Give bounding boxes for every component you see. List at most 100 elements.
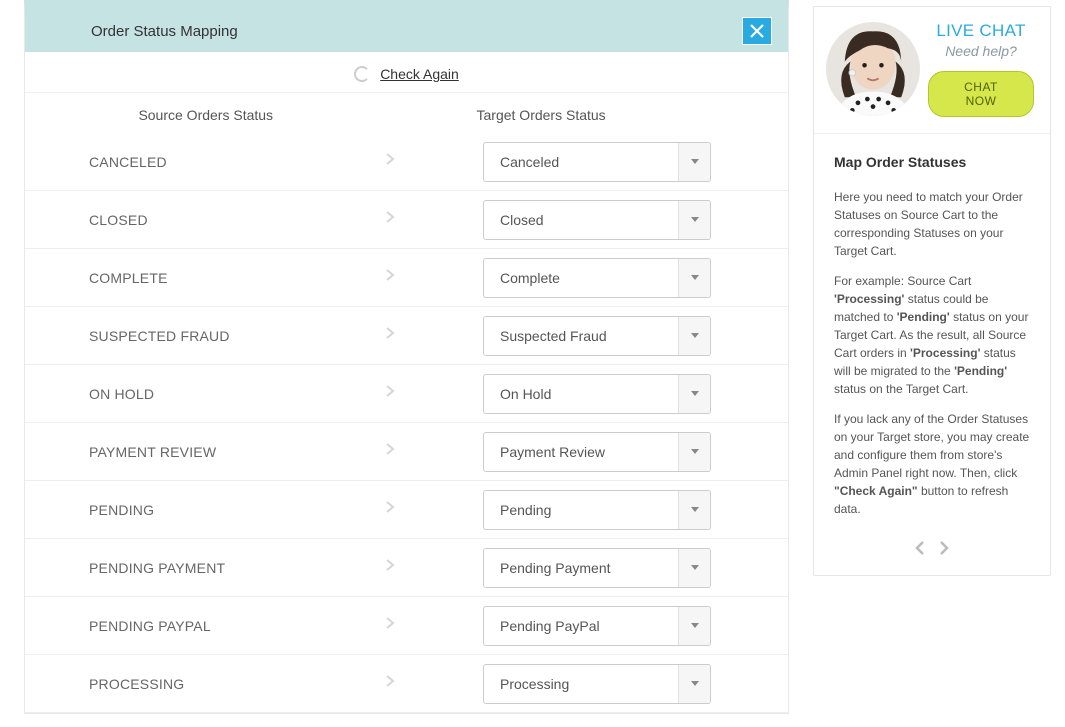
caret-down-icon: [678, 375, 710, 413]
panel-title: Order Status Mapping: [91, 23, 238, 40]
close-button[interactable]: [742, 17, 772, 45]
target-status-value: Payment Review: [500, 444, 605, 460]
target-status-cell: Suspected Fraud: [419, 316, 788, 356]
mapping-row: PENDING PAYMENT Pending Payment: [25, 539, 788, 597]
order-status-mapping-panel: Order Status Mapping Check Again Source …: [24, 0, 789, 714]
help-text-bold: "Check Again": [834, 484, 918, 498]
help-paragraph-1: Here you need to match your Order Status…: [834, 188, 1030, 260]
mapping-row: PAYMENT REVIEW Payment Review: [25, 423, 788, 481]
help-paragraph-3: If you lack any of the Order Statuses on…: [834, 410, 1030, 518]
sidebar-card: LIVE CHAT Need help? CHAT NOW Map Order …: [813, 6, 1051, 576]
caret-down-icon: [678, 201, 710, 239]
target-status-value: Pending: [500, 502, 551, 518]
source-status-cell: ON HOLD: [89, 384, 419, 403]
target-status-value: Pending PayPal: [500, 618, 600, 634]
source-status-cell: PAYMENT REVIEW: [89, 442, 419, 461]
target-status-cell: Pending PayPal: [419, 606, 788, 646]
target-status-cell: Pending: [419, 490, 788, 530]
source-status-label: ON HOLD: [89, 386, 154, 402]
caret-down-icon: [678, 143, 710, 181]
chevron-right-icon: [385, 152, 395, 171]
source-column-header: Source Orders Status: [25, 107, 407, 123]
target-status-value: Suspected Fraud: [500, 328, 607, 344]
target-status-select[interactable]: Pending Payment: [483, 548, 711, 588]
help-text-bold: 'Pending': [897, 310, 950, 324]
help-text-bold: 'Processing': [910, 346, 980, 360]
target-status-cell: Closed: [419, 200, 788, 240]
target-status-select[interactable]: Payment Review: [483, 432, 711, 472]
target-status-select[interactable]: Suspected Fraud: [483, 316, 711, 356]
help-text-bold: 'Pending': [954, 364, 1007, 378]
avatar: [826, 22, 920, 116]
caret-down-icon: [678, 491, 710, 529]
caret-down-icon: [678, 259, 710, 297]
chevron-left-icon: [914, 540, 926, 556]
mapping-row: SUSPECTED FRAUD Suspected Fraud: [25, 307, 788, 365]
source-status-label: PENDING PAYMENT: [89, 560, 225, 576]
check-again-link[interactable]: Check Again: [380, 66, 459, 82]
target-status-select[interactable]: Processing: [483, 664, 711, 704]
source-status-label: PROCESSING: [89, 676, 184, 692]
source-status-cell: PENDING PAYPAL: [89, 616, 419, 635]
mapping-row: ON HOLD On Hold: [25, 365, 788, 423]
mapping-row: PENDING PAYPAL Pending PayPal: [25, 597, 788, 655]
help-prev-button[interactable]: [914, 540, 926, 561]
source-status-cell: PROCESSING: [89, 674, 419, 693]
source-status-cell: PENDING PAYMENT: [89, 558, 419, 577]
target-status-select[interactable]: Pending PayPal: [483, 606, 711, 646]
source-status-label: SUSPECTED FRAUD: [89, 328, 230, 344]
chevron-right-icon: [385, 384, 395, 403]
target-status-cell: Complete: [419, 258, 788, 298]
chevron-right-icon: [385, 326, 395, 345]
mapping-row: PROCESSING Processing: [25, 655, 788, 713]
chevron-right-icon: [385, 558, 395, 577]
chevron-right-icon: [385, 268, 395, 287]
target-status-value: Pending Payment: [500, 560, 611, 576]
close-icon: [748, 22, 766, 40]
target-status-cell: On Hold: [419, 374, 788, 414]
mapping-row: CANCELED Canceled: [25, 133, 788, 191]
caret-down-icon: [678, 433, 710, 471]
target-status-select[interactable]: Complete: [483, 258, 711, 298]
target-status-value: Processing: [500, 676, 569, 692]
target-status-value: On Hold: [500, 386, 551, 402]
caret-down-icon: [678, 607, 710, 645]
target-status-cell: Payment Review: [419, 432, 788, 472]
help-paragraph-2: For example: Source Cart 'Processing' st…: [834, 272, 1030, 398]
live-chat-title: LIVE CHAT: [928, 21, 1034, 41]
help-next-button[interactable]: [938, 540, 950, 561]
chat-now-button[interactable]: CHAT NOW: [928, 71, 1034, 117]
source-status-label: PENDING: [89, 502, 154, 518]
help-nav: [814, 540, 1050, 575]
mapping-row: CLOSED Closed: [25, 191, 788, 249]
chevron-right-icon: [385, 442, 395, 461]
target-status-cell: Processing: [419, 664, 788, 704]
source-status-label: CANCELED: [89, 154, 167, 170]
mapping-row: COMPLETE Complete: [25, 249, 788, 307]
target-status-select[interactable]: Pending: [483, 490, 711, 530]
target-status-select[interactable]: On Hold: [483, 374, 711, 414]
source-status-label: PAYMENT REVIEW: [89, 444, 216, 460]
chevron-right-icon: [385, 210, 395, 229]
help-text-fragment: If you lack any of the Order Statuses on…: [834, 412, 1029, 480]
target-status-value: Closed: [500, 212, 544, 228]
chevron-right-icon: [385, 616, 395, 635]
spinner-icon: [354, 66, 370, 82]
help-text-bold: 'Processing': [834, 292, 904, 306]
chevron-right-icon: [385, 674, 395, 693]
target-status-select[interactable]: Closed: [483, 200, 711, 240]
columns-header: Source Orders Status Target Orders Statu…: [25, 93, 788, 133]
mapping-row: PENDING Pending: [25, 481, 788, 539]
source-status-label: COMPLETE: [89, 270, 168, 286]
target-status-cell: Pending Payment: [419, 548, 788, 588]
caret-down-icon: [678, 317, 710, 355]
mapping-rows: CANCELED Canceled CLOSED Closed COMPLETE Comp…: [25, 133, 788, 713]
target-status-select[interactable]: Canceled: [483, 142, 711, 182]
panel-header: Order Status Mapping: [25, 10, 788, 52]
source-status-cell: CANCELED: [89, 152, 419, 171]
source-status-cell: COMPLETE: [89, 268, 419, 287]
help-text-fragment: status on the Target Cart.: [834, 382, 969, 396]
target-status-cell: Canceled: [419, 142, 788, 182]
target-status-value: Complete: [500, 270, 560, 286]
source-status-cell: CLOSED: [89, 210, 419, 229]
